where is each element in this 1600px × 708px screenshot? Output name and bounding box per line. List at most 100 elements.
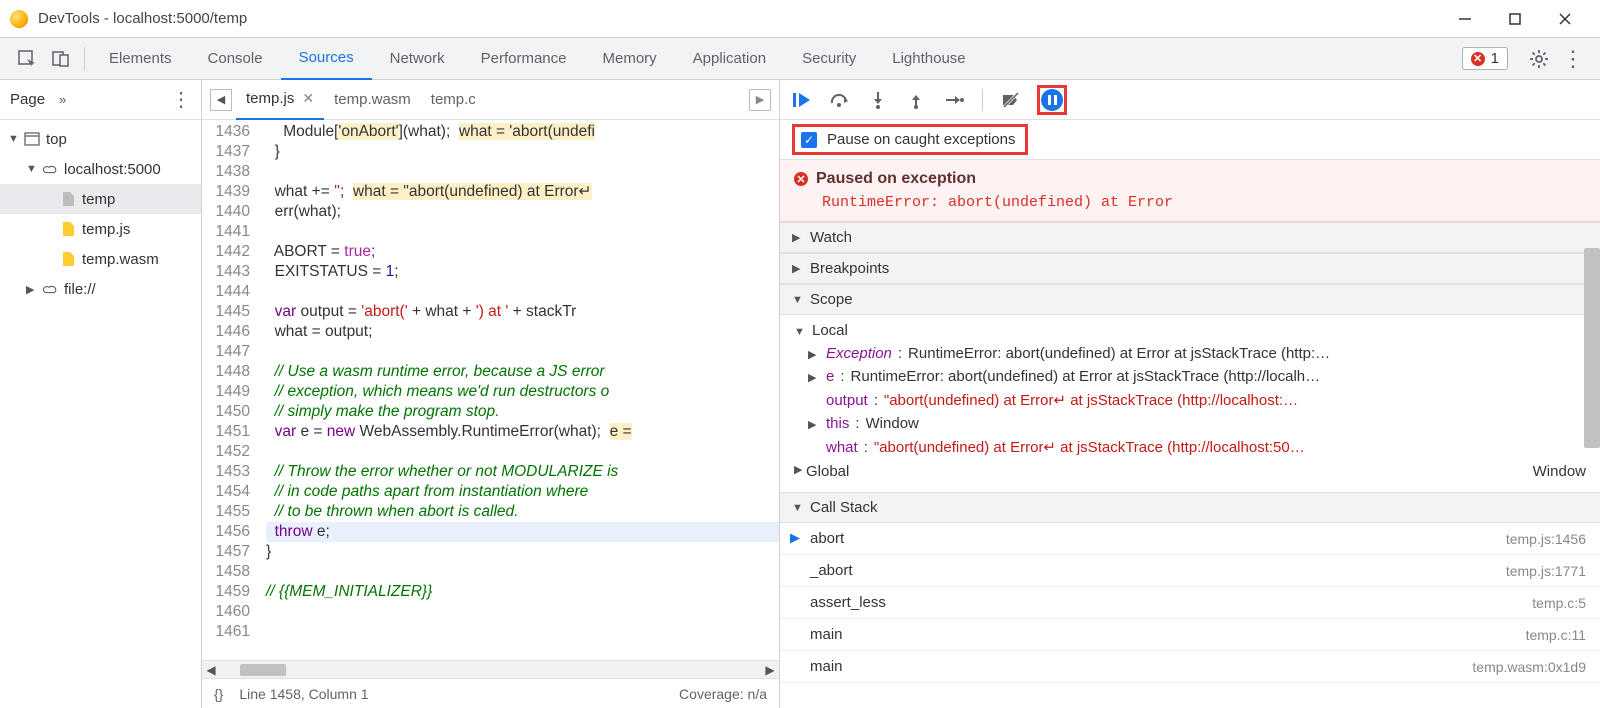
editor-tabs: ◀ temp.js✕temp.wasmtemp.c ▶: [202, 80, 779, 120]
cursor-position: Line 1458, Column 1: [239, 686, 368, 702]
coverage-status: Coverage: n/a: [679, 686, 767, 702]
tree-item-label: file://: [64, 281, 96, 298]
scope-var-this[interactable]: ▶this: Window: [780, 412, 1600, 435]
tree-item-label: temp: [82, 191, 115, 208]
tab-sources[interactable]: Sources: [281, 38, 372, 80]
editor-pane: ◀ temp.js✕temp.wasmtemp.c ▶ 143614371438…: [202, 80, 780, 708]
editor-hscrollbar[interactable]: ◀▶: [202, 660, 779, 678]
doc-icon: [60, 191, 76, 207]
devtools-icon: [10, 10, 28, 28]
tab-console[interactable]: Console: [190, 38, 281, 80]
tree-item-label: temp.js: [82, 221, 130, 238]
tab-security[interactable]: Security: [784, 38, 874, 80]
step-out-icon[interactable]: [904, 88, 928, 112]
main-toolbar: ElementsConsoleSourcesNetworkPerformance…: [0, 38, 1600, 80]
scope-var-e[interactable]: ▶e: RuntimeError: abort(undefined) at Er…: [780, 365, 1600, 388]
scope-var-exception[interactable]: ▶Exception: RuntimeError: abort(undefine…: [780, 342, 1600, 365]
editor-run-icon[interactable]: ▶: [749, 89, 771, 111]
navigator-more-chevron-icon[interactable]: »: [59, 92, 66, 107]
code-editor[interactable]: 1436143714381439144014411442144314441445…: [202, 120, 779, 660]
watch-section-header[interactable]: ▶Watch: [780, 222, 1600, 253]
file-tab-temp-wasm[interactable]: temp.wasm: [324, 80, 421, 120]
scope-global-row[interactable]: ▶Global Window: [780, 459, 1600, 484]
callstack-body: aborttemp.js:1456_aborttemp.js:1771asser…: [780, 523, 1600, 683]
code-lines: Module['onAbort'](what); what = 'abort(u…: [258, 120, 779, 660]
pause-caught-exceptions-highlight: ✓ Pause on caught exceptions: [792, 124, 1028, 155]
wasm-icon: [60, 251, 76, 267]
close-tab-icon[interactable]: ✕: [302, 90, 314, 107]
settings-gear-icon[interactable]: [1522, 42, 1556, 76]
tab-lighthouse[interactable]: Lighthouse: [874, 38, 983, 80]
error-count-pill[interactable]: ✕ 1: [1462, 47, 1508, 70]
tab-performance[interactable]: Performance: [463, 38, 585, 80]
callstack-section-header[interactable]: ▼Call Stack: [780, 492, 1600, 523]
pause-caught-checkbox[interactable]: ✓: [801, 132, 817, 148]
exception-message: RuntimeError: abort(undefined) at Error: [794, 194, 1586, 211]
inspect-element-icon[interactable]: [10, 42, 44, 76]
tab-application[interactable]: Application: [675, 38, 784, 80]
window-titlebar: DevTools - localhost:5000/temp: [0, 0, 1600, 38]
debugger-toolbar: [780, 80, 1600, 120]
exception-header: Paused on exception: [816, 170, 976, 188]
pretty-print-icon[interactable]: {}: [214, 686, 223, 702]
window-minimize-button[interactable]: [1440, 0, 1490, 38]
toolbar-separator: [982, 89, 983, 111]
window-maximize-button[interactable]: [1490, 0, 1540, 38]
error-icon: ✕: [1471, 52, 1485, 66]
tree-item-label: top: [46, 131, 67, 148]
stack-frame-main[interactable]: maintemp.wasm:0x1d9: [780, 651, 1600, 683]
navigator-header: Page » ⋮: [0, 80, 201, 120]
origin-icon: [42, 161, 58, 177]
navigator-menu-icon[interactable]: ⋮: [171, 87, 191, 112]
scope-var-what[interactable]: what: "abort(undefined) at Error↵ at jsS…: [780, 435, 1600, 459]
pause-exceptions-highlight: [1037, 85, 1067, 115]
window-close-button[interactable]: [1540, 0, 1590, 38]
debugger-pane: ✓ Pause on caught exceptions ✕ Paused on…: [780, 80, 1600, 708]
stack-frame-abort[interactable]: aborttemp.js:1456: [780, 523, 1600, 555]
tree-item-label: localhost:5000: [64, 161, 161, 178]
navigator-pane: Page » ⋮ ▼top▼localhost:5000 temp temp.js t…: [0, 80, 202, 708]
scope-local-header[interactable]: ▼Local: [780, 319, 1600, 342]
tab-memory[interactable]: Memory: [585, 38, 675, 80]
toolbar-separator: [84, 47, 85, 71]
exception-banner: ✕ Paused on exception RuntimeError: abor…: [780, 160, 1600, 222]
tree-item-temp-wasm[interactable]: temp.wasm: [0, 244, 201, 274]
tree-item-top[interactable]: ▼top: [0, 124, 201, 154]
file-tab-temp-c[interactable]: temp.c: [421, 80, 486, 120]
js-icon: [60, 221, 76, 237]
error-icon: ✕: [794, 172, 808, 186]
deactivate-breakpoints-icon[interactable]: [999, 88, 1023, 112]
tab-network[interactable]: Network: [372, 38, 463, 80]
error-count: 1: [1491, 50, 1499, 67]
window-title: DevTools - localhost:5000/temp: [38, 10, 1440, 27]
origin-icon: [42, 281, 58, 297]
tab-elements[interactable]: Elements: [91, 38, 190, 80]
breakpoints-section-header[interactable]: ▶Breakpoints: [780, 253, 1600, 284]
tree-item-label: temp.wasm: [82, 251, 159, 268]
scope-section-header[interactable]: ▼Scope: [780, 284, 1600, 315]
stack-frame-main[interactable]: maintemp.c:11: [780, 619, 1600, 651]
kebab-menu-icon[interactable]: ⋮: [1556, 42, 1590, 76]
navigator-panel-label[interactable]: Page: [10, 91, 45, 108]
step-into-icon[interactable]: [866, 88, 890, 112]
resume-icon[interactable]: [790, 88, 814, 112]
stack-frame--abort[interactable]: _aborttemp.js:1771: [780, 555, 1600, 587]
device-toolbar-icon[interactable]: [44, 42, 78, 76]
step-icon[interactable]: [942, 88, 966, 112]
tree-item-file---[interactable]: ▶file://: [0, 274, 201, 304]
line-gutter: 1436143714381439144014411442144314441445…: [202, 120, 258, 660]
tree-item-temp-js[interactable]: temp.js: [0, 214, 201, 244]
pause-on-exceptions-icon[interactable]: [1041, 89, 1063, 111]
pause-caught-label: Pause on caught exceptions: [827, 131, 1015, 148]
pause-caught-exceptions-row: ✓ Pause on caught exceptions: [780, 120, 1600, 160]
tree-item-localhost-5000[interactable]: ▼localhost:5000: [0, 154, 201, 184]
frame-icon: [24, 131, 40, 147]
file-tab-temp-js[interactable]: temp.js✕: [236, 80, 324, 120]
step-over-icon[interactable]: [828, 88, 852, 112]
debugger-vscrollbar[interactable]: [1584, 248, 1600, 448]
stack-frame-assert-less[interactable]: assert_lesstemp.c:5: [780, 587, 1600, 619]
scope-var-output[interactable]: output: "abort(undefined) at Error↵ at j…: [780, 388, 1600, 412]
editor-nav-back-icon[interactable]: ◀: [210, 89, 232, 111]
scope-body: ▼Local ▶Exception: RuntimeError: abort(u…: [780, 315, 1600, 492]
tree-item-temp[interactable]: temp: [0, 184, 201, 214]
